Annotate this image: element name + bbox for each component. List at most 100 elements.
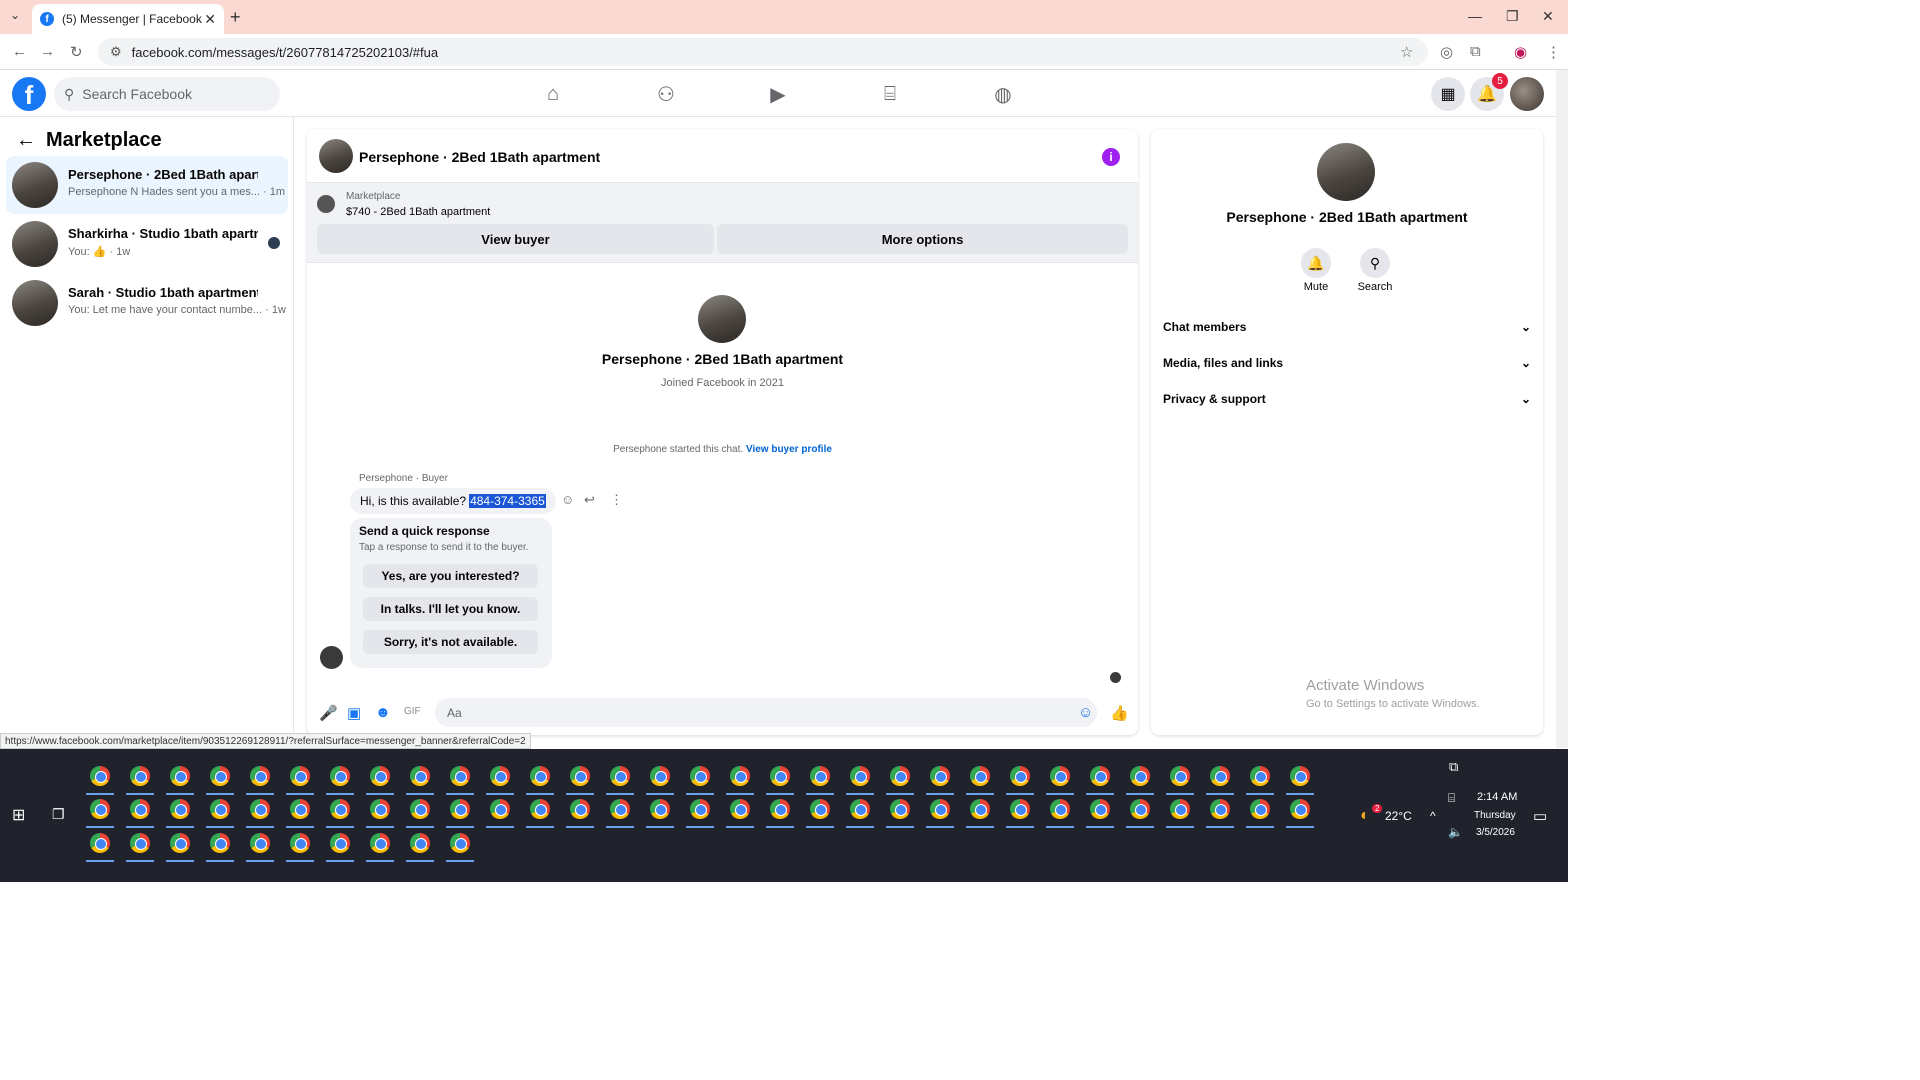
chrome-taskbar-icon[interactable]: [610, 766, 630, 786]
site-info-icon[interactable]: ⚙: [110, 44, 122, 60]
chrome-taskbar-icon[interactable]: [650, 799, 670, 819]
chrome-taskbar-icon[interactable]: [850, 766, 870, 786]
chrome-taskbar-icon[interactable]: [410, 833, 430, 853]
windows-start-icon[interactable]: ⊞: [12, 805, 25, 825]
chrome-taskbar-icon[interactable]: [490, 766, 510, 786]
chrome-taskbar-icon[interactable]: [1050, 799, 1070, 819]
back-arrow-icon[interactable]: ←: [16, 129, 36, 152]
message-input[interactable]: Aa: [435, 698, 1097, 727]
facebook-logo-icon[interactable]: f: [12, 77, 46, 111]
more-actions-icon[interactable]: ⋮: [610, 492, 623, 508]
show-hidden-icons-icon[interactable]: ^: [1430, 809, 1436, 823]
chrome-taskbar-icon[interactable]: [730, 799, 750, 819]
chrome-taskbar-icon[interactable]: [130, 799, 150, 819]
volume-icon[interactable]: 🔈: [1448, 825, 1463, 839]
taskbar-widget-icon[interactable]: ⧉: [1449, 759, 1458, 775]
profile-icon[interactable]: ◉: [1514, 43, 1527, 61]
chrome-taskbar-icon[interactable]: [90, 833, 110, 853]
microphone-icon[interactable]: 🎤: [319, 704, 338, 722]
chrome-taskbar-icon[interactable]: [490, 799, 510, 819]
network-icon[interactable]: ⌸: [1448, 791, 1455, 806]
chrome-taskbar-icon[interactable]: [770, 799, 790, 819]
chrome-taskbar-icon[interactable]: [770, 766, 790, 786]
chrome-taskbar-icon[interactable]: [90, 766, 110, 786]
search-input[interactable]: ⚲ Search Facebook: [54, 77, 280, 111]
chrome-taskbar-icon[interactable]: [1250, 799, 1270, 819]
chrome-taskbar-icon[interactable]: [890, 766, 910, 786]
chrome-taskbar-icon[interactable]: [370, 799, 390, 819]
chrome-taskbar-icon[interactable]: [1130, 799, 1150, 819]
chrome-taskbar-icon[interactable]: [450, 833, 470, 853]
chrome-taskbar-icon[interactable]: [810, 766, 830, 786]
chrome-taskbar-icon[interactable]: [410, 799, 430, 819]
chrome-taskbar-icon[interactable]: [290, 766, 310, 786]
browser-menu-icon[interactable]: ⋮: [1546, 43, 1561, 61]
chrome-taskbar-icon[interactable]: [210, 799, 230, 819]
listing-thumbnail[interactable]: [317, 195, 335, 213]
quick-response-button[interactable]: In talks. I'll let you know.: [363, 597, 538, 621]
chrome-taskbar-icon[interactable]: [690, 799, 710, 819]
chat-avatar[interactable]: [319, 139, 353, 173]
close-window-icon[interactable]: ✕: [1542, 8, 1554, 25]
chrome-taskbar-icon[interactable]: [330, 833, 350, 853]
conversation-item[interactable]: Sarah · Studio 1bath apartment You: Let …: [6, 274, 288, 332]
chrome-taskbar-icon[interactable]: [1290, 766, 1310, 786]
info-icon[interactable]: i: [1102, 148, 1120, 166]
temperature-text[interactable]: 22°C: [1385, 809, 1412, 823]
bookmark-star-icon[interactable]: ☆: [1400, 43, 1413, 61]
chrome-taskbar-icon[interactable]: [530, 799, 550, 819]
chrome-taskbar-icon[interactable]: [90, 799, 110, 819]
chrome-taskbar-icon[interactable]: [1290, 799, 1310, 819]
chrome-taskbar-icon[interactable]: [970, 766, 990, 786]
chrome-taskbar-icon[interactable]: [1050, 766, 1070, 786]
message-bubble[interactable]: Hi, is this available? 484-374-3365: [350, 488, 556, 514]
chrome-taskbar-icon[interactable]: [1210, 799, 1230, 819]
thumbs-up-icon[interactable]: 👍: [1110, 704, 1129, 722]
chrome-taskbar-icon[interactable]: [250, 833, 270, 853]
translate-icon[interactable]: ◎: [1440, 43, 1453, 61]
react-emoji-icon[interactable]: ☺: [561, 492, 574, 507]
media-files-section[interactable]: Media, files and links ⌄: [1163, 356, 1531, 370]
reply-icon[interactable]: ↩: [584, 492, 595, 508]
forward-icon[interactable]: →: [40, 43, 55, 60]
url-field[interactable]: ⚙ facebook.com/messages/t/26077814725202…: [98, 38, 1428, 66]
chrome-taskbar-icon[interactable]: [170, 833, 190, 853]
emoji-icon[interactable]: ☺: [1078, 704, 1093, 721]
chrome-taskbar-icon[interactable]: [850, 799, 870, 819]
quick-response-button[interactable]: Yes, are you interested?: [363, 564, 538, 588]
mute-bell-icon[interactable]: 🔔: [1301, 248, 1331, 278]
search-conversation-icon[interactable]: ⚲: [1360, 248, 1390, 278]
quick-response-button[interactable]: Sorry, it's not available.: [363, 630, 538, 654]
menu-grid-icon[interactable]: ▦: [1431, 77, 1465, 111]
chrome-taskbar-icon[interactable]: [250, 799, 270, 819]
home-icon[interactable]: ⌂: [539, 80, 567, 108]
minimize-icon[interactable]: —: [1468, 8, 1482, 24]
chrome-taskbar-icon[interactable]: [210, 766, 230, 786]
chrome-taskbar-icon[interactable]: [730, 766, 750, 786]
chrome-taskbar-icon[interactable]: [170, 766, 190, 786]
chrome-taskbar-icon[interactable]: [170, 799, 190, 819]
chrome-taskbar-icon[interactable]: [1130, 766, 1150, 786]
conversation-item[interactable]: Persephone · 2Bed 1Bath apartment Persep…: [6, 156, 288, 214]
restore-icon[interactable]: ❐: [1506, 8, 1519, 25]
profile-avatar[interactable]: [698, 295, 746, 343]
weather-icon[interactable]: ◐: [1360, 807, 1370, 825]
close-tab-icon[interactable]: ✕: [204, 11, 216, 28]
more-options-button[interactable]: More options: [717, 224, 1128, 254]
chrome-taskbar-icon[interactable]: [530, 766, 550, 786]
chrome-taskbar-icon[interactable]: [890, 799, 910, 819]
sticker-icon[interactable]: ☻: [375, 704, 391, 721]
chrome-taskbar-icon[interactable]: [810, 799, 830, 819]
chat-title[interactable]: Persephone · 2Bed 1Bath apartment: [359, 149, 600, 165]
chrome-taskbar-icon[interactable]: [1170, 799, 1190, 819]
chrome-taskbar-icon[interactable]: [650, 766, 670, 786]
chrome-taskbar-icon[interactable]: [1010, 766, 1030, 786]
browser-tab[interactable]: f (5) Messenger | Facebook ✕: [32, 4, 224, 34]
clock-time[interactable]: 2:14 AM: [1477, 791, 1517, 803]
friends-icon[interactable]: ⚇: [652, 80, 680, 108]
chrome-taskbar-icon[interactable]: [210, 833, 230, 853]
video-icon[interactable]: ▶: [764, 80, 792, 108]
gif-icon[interactable]: GIF: [404, 706, 421, 717]
extensions-icon[interactable]: ⧉: [1470, 43, 1481, 60]
chrome-taskbar-icon[interactable]: [250, 766, 270, 786]
